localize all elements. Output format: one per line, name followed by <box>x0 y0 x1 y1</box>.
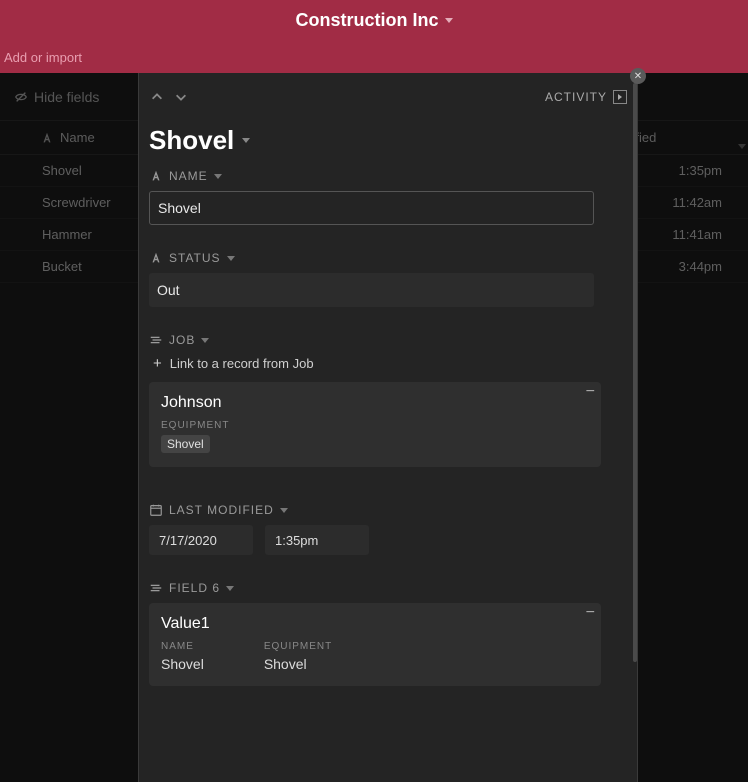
add-or-import-link[interactable]: Add or import <box>0 50 82 65</box>
remove-link-button[interactable]: − <box>586 607 595 619</box>
field-status-label-row[interactable]: STATUS <box>149 251 625 265</box>
field-name: NAME <box>149 169 625 225</box>
card-col-name: NAME Shovel <box>161 641 204 672</box>
text-field-icon <box>149 251 163 265</box>
chevron-down-icon <box>227 256 235 261</box>
field-last-modified-label-row[interactable]: LAST MODIFIED <box>149 503 625 517</box>
linked-record-card[interactable]: − Value1 NAME Shovel EQUIPMENT Shovel <box>149 603 601 686</box>
field-status: STATUS Out <box>149 251 625 307</box>
activity-label: ACTIVITY <box>545 90 607 104</box>
field-job: JOB + Link to a record from Job − Johnso… <box>149 333 625 467</box>
panel-scroll[interactable]: NAME STATUS Out JOB <box>139 169 635 782</box>
field-name-label: NAME <box>169 169 208 183</box>
last-modified-time-text: 1:35pm <box>275 533 318 548</box>
remove-link-button[interactable]: − <box>586 386 595 398</box>
record-title[interactable]: Shovel <box>139 121 637 176</box>
close-icon: ✕ <box>634 71 642 82</box>
chevron-down-icon <box>280 508 288 513</box>
equipment-chip: Shovel <box>161 435 210 453</box>
plus-icon: + <box>153 355 162 372</box>
linked-record-card[interactable]: − Johnson EQUIPMENT Shovel <box>149 382 601 467</box>
field-6-label: FIELD 6 <box>169 581 220 595</box>
linked-record-title: Johnson <box>161 394 589 412</box>
name-input[interactable] <box>149 191 594 225</box>
chevron-down-icon <box>226 586 234 591</box>
linked-sub-label: EQUIPMENT <box>161 420 589 431</box>
field-status-label: STATUS <box>169 251 221 265</box>
status-value[interactable]: Out <box>149 273 594 307</box>
activity-toggle[interactable]: ACTIVITY <box>545 90 627 104</box>
field-job-label-row[interactable]: JOB <box>149 333 625 347</box>
field-last-modified: LAST MODIFIED 7/17/2020 1:35pm <box>149 503 625 555</box>
panel-topbar: ACTIVITY <box>139 73 637 121</box>
last-modified-time[interactable]: 1:35pm <box>265 525 369 555</box>
field-job-label: JOB <box>169 333 195 347</box>
field-name-label-row[interactable]: NAME <box>149 169 625 183</box>
card-col-name-value: Shovel <box>161 656 204 672</box>
record-detail-panel: ACTIVITY Shovel NAME STATUS <box>138 73 638 782</box>
card-col-equipment-label: EQUIPMENT <box>264 641 332 652</box>
record-title-text: Shovel <box>149 125 234 156</box>
status-value-text: Out <box>157 282 180 298</box>
last-modified-date[interactable]: 7/17/2020 <box>149 525 253 555</box>
linked-record-title: Value1 <box>161 615 589 633</box>
expand-icon <box>613 90 627 104</box>
app-header: Construction Inc <box>0 0 748 41</box>
link-record-label: Link to a record from Job <box>170 356 314 371</box>
last-modified-date-text: 7/17/2020 <box>159 533 217 548</box>
base-switcher[interactable]: Construction Inc <box>296 10 453 31</box>
text-field-icon <box>149 169 163 183</box>
field-6-label-row[interactable]: FIELD 6 <box>149 581 625 595</box>
record-nav <box>149 89 189 105</box>
calendar-icon <box>149 503 163 517</box>
card-col-name-label: NAME <box>161 641 204 652</box>
card-col-equipment-value: Shovel <box>264 656 332 672</box>
chevron-down-icon <box>242 138 250 143</box>
next-record-button[interactable] <box>173 89 189 105</box>
link-field-icon <box>149 581 163 595</box>
card-col-equipment: EQUIPMENT Shovel <box>264 641 332 672</box>
last-modified-value: 7/17/2020 1:35pm <box>149 525 625 555</box>
base-name: Construction Inc <box>296 10 439 31</box>
field-6: FIELD 6 − Value1 NAME Shovel EQUIPMENT S… <box>149 581 625 686</box>
link-record-button[interactable]: + Link to a record from Job <box>149 355 625 372</box>
chevron-down-icon <box>201 338 209 343</box>
prev-record-button[interactable] <box>149 89 165 105</box>
close-button[interactable]: ✕ <box>630 68 646 84</box>
chevron-down-icon <box>214 174 222 179</box>
scrollbar[interactable] <box>633 83 637 662</box>
chevron-down-icon <box>445 18 453 23</box>
field-last-modified-label: LAST MODIFIED <box>169 503 274 517</box>
link-field-icon <box>149 333 163 347</box>
